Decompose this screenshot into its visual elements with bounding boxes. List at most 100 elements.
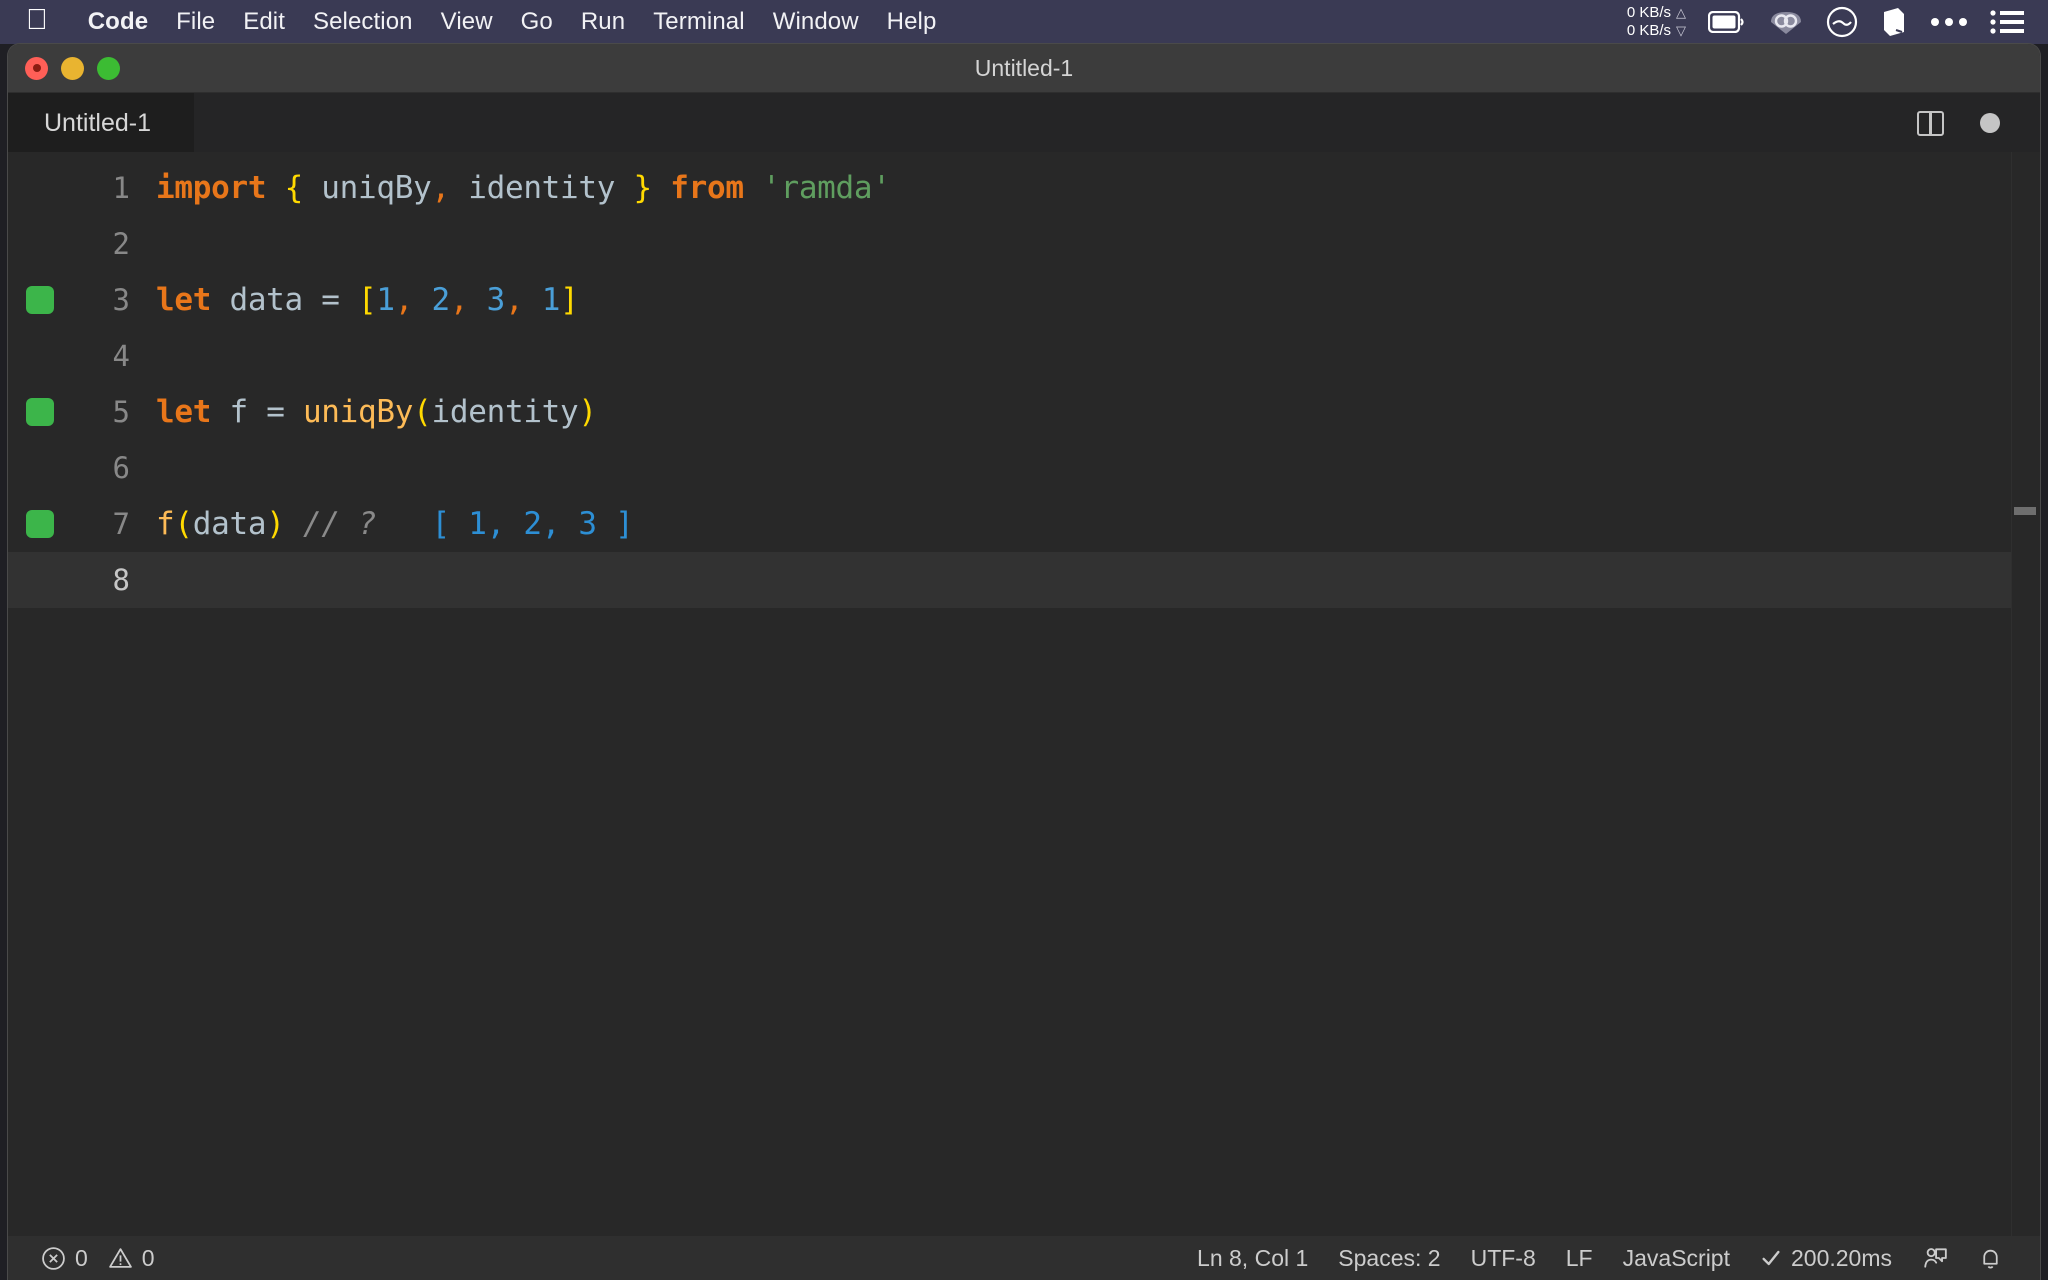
network-speed-indicator[interactable]: 0 KB/s 0 KB/s △ ▽ <box>1627 4 1686 40</box>
close-button[interactable] <box>25 56 48 80</box>
menu-item-view[interactable]: View <box>427 8 507 36</box>
menu-item-help[interactable]: Help <box>873 8 951 36</box>
menu-item-go[interactable]: Go <box>507 8 567 36</box>
run-time-status[interactable]: 200.20ms <box>1745 1245 1907 1272</box>
list-menu-icon[interactable] <box>1990 9 2024 35</box>
code-line[interactable]: 8 <box>8 552 2012 608</box>
code-token: { <box>284 170 304 206</box>
encoding-status[interactable]: UTF-8 <box>1456 1245 1551 1272</box>
live-share-button[interactable] <box>1907 1245 1963 1271</box>
macos-menu-bar:  CodeFileEditSelectionViewGoRunTerminal… <box>0 0 2048 44</box>
battery-icon[interactable] <box>1708 11 1746 33</box>
editor-scrollbar[interactable] <box>2011 152 2040 1236</box>
code-token: ( <box>174 506 193 542</box>
code-line-content[interactable]: let f = uniqBy(identity) <box>152 394 597 430</box>
menu-item-terminal[interactable]: Terminal <box>639 8 759 36</box>
run-time-value: 200.20ms <box>1790 1244 1892 1271</box>
code-line[interactable]: 1 import { uniqBy, identity } from 'ramda… <box>8 160 2012 216</box>
box-icon[interactable] <box>1880 6 1908 38</box>
code-token: ( <box>413 394 432 430</box>
code-token: 3 <box>486 282 506 318</box>
apple-logo-icon[interactable]:  <box>26 5 48 35</box>
problems-status[interactable]: 0 0 <box>26 1245 170 1272</box>
code-token: data <box>211 282 322 318</box>
code-lines: 1 import { uniqBy, identity } from 'ramda… <box>8 160 2012 608</box>
code-token: let <box>156 282 212 318</box>
cloud-sync-icon[interactable] <box>1768 8 1804 36</box>
indentation-status[interactable]: Spaces: 2 <box>1323 1245 1455 1272</box>
menu-item-selection[interactable]: Selection <box>299 8 427 36</box>
code-line-content[interactable]: f(data) // ? [ 1, 2, 3 ] <box>152 506 634 542</box>
live-share-icon <box>1922 1245 1948 1271</box>
notifications-button[interactable] <box>1963 1246 2018 1271</box>
breakpoint-indicator[interactable] <box>26 398 54 426</box>
code-token: , <box>431 170 450 206</box>
code-line[interactable]: 7 f(data) // ? [ 1, 2, 3 ] <box>8 496 2012 552</box>
breakpoint-indicator[interactable] <box>26 286 54 314</box>
code-line-content[interactable]: import { uniqBy, identity } from 'ramda' <box>152 170 891 206</box>
code-line[interactable]: 4 <box>8 328 2012 384</box>
ellipsis-icon[interactable] <box>1930 16 1968 28</box>
gutter-glyph-margin[interactable] <box>8 398 72 426</box>
code-token: uniqBy <box>302 170 432 206</box>
menu-item-file[interactable]: File <box>162 8 229 36</box>
code-line[interactable]: 6 <box>8 440 2012 496</box>
menu-item-edit[interactable]: Edit <box>229 8 299 36</box>
code-line[interactable]: 2 <box>8 216 2012 272</box>
code-token: uniqBy <box>302 394 414 430</box>
code-line[interactable]: 5 let f = uniqBy(identity) <box>8 384 2012 440</box>
code-token: , <box>394 282 414 318</box>
code-token: 1 <box>376 282 395 318</box>
code-token: let <box>156 394 212 430</box>
code-token: data <box>192 506 267 542</box>
breakpoint-indicator[interactable] <box>26 510 54 538</box>
code-token: 1 <box>541 282 561 318</box>
menu-item-window[interactable]: Window <box>759 8 873 36</box>
maximize-button[interactable] <box>97 56 120 80</box>
unsaved-indicator-dot[interactable] <box>1980 113 2000 133</box>
gutter-glyph-margin[interactable] <box>8 286 72 314</box>
download-arrow-icon: ▽ <box>1676 23 1686 38</box>
upload-arrow-icon: △ <box>1676 5 1686 20</box>
menu-item-run[interactable]: Run <box>567 8 639 36</box>
tab-untitled-1[interactable]: Untitled-1 <box>8 93 195 153</box>
gutter-glyph-margin[interactable] <box>8 510 72 538</box>
split-editor-icon[interactable] <box>1917 110 1944 136</box>
cursor-position-status[interactable]: Ln 8, Col 1 <box>1182 1245 1323 1272</box>
code-token: 2 <box>431 282 451 318</box>
minimize-button[interactable] <box>61 56 84 80</box>
code-token: ] <box>560 282 579 318</box>
editor-tab-bar: Untitled-1 <box>8 93 2040 153</box>
window-title-bar: Untitled-1 <box>8 44 2040 93</box>
tab-label: Untitled-1 <box>44 108 151 137</box>
line-number: 1 <box>112 171 130 205</box>
code-token: ) <box>578 394 597 430</box>
vscode-window: Untitled-1 Untitled-1 1 import { uniqBy, … <box>8 44 2040 1280</box>
line-ending-status[interactable]: LF <box>1551 1245 1608 1272</box>
code-token: import <box>156 170 267 206</box>
code-token: 'ramda' <box>762 170 891 206</box>
status-bar-left: 0 0 <box>26 1245 170 1272</box>
line-number: 2 <box>112 227 130 261</box>
bell-icon <box>1978 1246 2003 1271</box>
speedometer-icon[interactable] <box>1826 6 1858 38</box>
menu-item-code[interactable]: Code <box>74 8 162 36</box>
code-line-content[interactable]: let data = [1, 2, 3, 1] <box>152 282 579 318</box>
code-token: // ? <box>302 506 377 542</box>
menu-items: Code File Edit Selection View Go Run Terminal Wi… <box>74 8 951 36</box>
code-token: from <box>670 170 744 206</box>
code-token: } <box>633 170 653 206</box>
scrollbar-thumb[interactable] <box>2014 507 2036 515</box>
menu-bar-tray: 0 KB/s 0 KB/s △ ▽ <box>1627 4 2030 40</box>
code-editor[interactable]: 1 import { uniqBy, identity } from 'ramda… <box>8 152 2040 1236</box>
error-count: 0 <box>75 1244 88 1271</box>
language-mode-status[interactable]: JavaScript <box>1608 1245 1745 1272</box>
code-line[interactable]: 3 let data = [1, 2, 3, 1] <box>8 272 2012 328</box>
warning-count: 0 <box>141 1244 155 1271</box>
status-bar-right: Ln 8, Col 1 Spaces: 2 UTF-8 LF JavaScrip… <box>1182 1245 2018 1272</box>
